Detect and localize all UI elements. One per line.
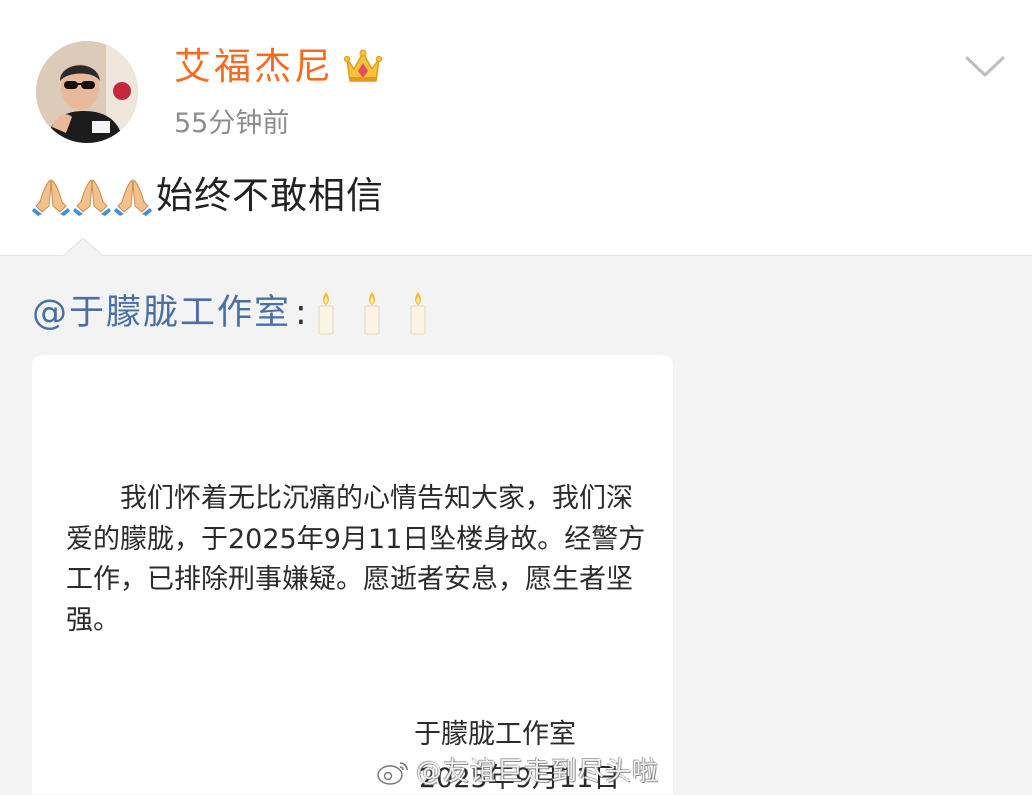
post-timestamp: 55分钟前 [174,108,290,139]
watermark-text: @友谊巨走到尽头啦 [416,757,660,787]
weibo-logo-icon [377,762,408,785]
repost-username[interactable]: @于朦胧工作室 [32,288,291,338]
statement-image[interactable]: 我们怀着无比沉痛的心情告知大家，我们深爱的朦胧，于2025年9月11日坠楼身故。… [32,355,673,794]
author-name[interactable]: 艾福杰尼 [174,42,334,92]
statement-signature: 于朦胧工作室 [414,719,576,750]
statement-paragraph: 我们怀着无比沉痛的心情告知大家，我们深爱的朦胧，于2025年9月11日坠楼身故。… [66,483,646,636]
crown-icon [343,49,383,82]
folded-hands-icon [73,179,111,216]
chevron-down-icon[interactable] [964,52,1006,82]
candle-icon [318,292,334,335]
weibo-post: 艾福杰尼 55分钟前 始终不敢相信 [0,0,1032,255]
author-avatar[interactable] [36,41,138,143]
repost-header: @于朦胧工作室 : [32,288,451,338]
post-text: 始终不敢相信 [156,174,384,217]
candle-icon [410,292,426,335]
candle-icon [364,292,380,335]
folded-hands-icon [114,179,152,216]
watermark: @友谊巨走到尽头啦 [376,752,659,792]
post-content: 始终不敢相信 [32,170,384,222]
repost-colon: : [295,293,307,333]
repost-pointer [63,238,103,258]
folded-hands-icon [32,179,70,216]
avatar-image [36,41,138,143]
